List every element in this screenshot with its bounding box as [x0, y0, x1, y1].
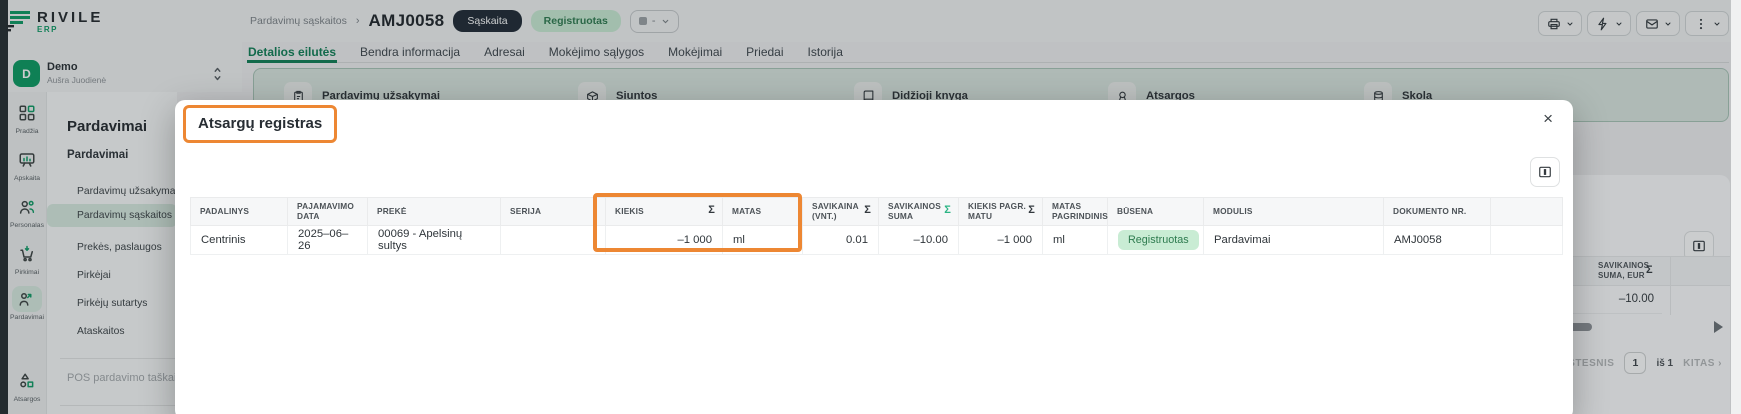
- sum-icon-active[interactable]: Σ: [944, 206, 951, 216]
- cell-serija: [501, 226, 606, 255]
- atsargu-registras-modal: Atsargų registras × PADALINYS PAJAMAVIMO: [175, 100, 1573, 414]
- cell-modulis: Pardavimai: [1204, 226, 1384, 255]
- browser-scrollbar-area[interactable]: [1731, 0, 1741, 414]
- column-header-savikaina-vnt[interactable]: SAVIKAINA (VNT.)Σ: [803, 198, 879, 226]
- column-header-busena[interactable]: BŪSENA: [1108, 198, 1204, 226]
- column-header-empty: [1491, 198, 1563, 226]
- column-header-modulis[interactable]: MODULIS: [1204, 198, 1384, 226]
- column-header-savikainos-suma[interactable]: SAVIKAINOS SUMAΣ: [879, 198, 959, 226]
- column-header-kiekis[interactable]: KIEKISΣ: [606, 198, 723, 226]
- sum-icon[interactable]: Σ: [864, 206, 871, 216]
- close-icon[interactable]: ×: [1543, 110, 1553, 127]
- cell-busena: Registruotas: [1108, 226, 1204, 255]
- cell-matas: ml: [723, 226, 803, 255]
- cell-preke: 00069 - Apelsinų sultys: [368, 226, 501, 255]
- cell-kiekis: –1 000: [606, 226, 723, 255]
- title-annotation-box: Atsargų registras: [183, 105, 337, 143]
- sum-icon[interactable]: Σ: [1028, 206, 1035, 216]
- status-badge: Registruotas: [1118, 230, 1199, 250]
- cell-savikaina-vnt: 0.01: [803, 226, 879, 255]
- cell-dokumento-nr: AMJ0058: [1384, 226, 1491, 255]
- table-row[interactable]: Centrinis 2025–06–26 00069 - Apelsinų su…: [191, 226, 1563, 255]
- column-header-kiekis-pagr-matu[interactable]: KIEKIS PAGR. MATUΣ: [959, 198, 1043, 226]
- column-header-serija[interactable]: SERIJA: [501, 198, 606, 226]
- column-header-matas-pagrindinis[interactable]: MATAS PAGRINDINIS: [1043, 198, 1108, 226]
- cell-empty: [1491, 226, 1563, 255]
- column-header-matas[interactable]: MATAS: [723, 198, 803, 226]
- cell-padalinys: Centrinis: [191, 226, 288, 255]
- modal-column-settings-button[interactable]: [1530, 157, 1560, 187]
- modal-title: Atsargų registras: [198, 115, 322, 132]
- cell-matas-pagrindinis: ml: [1043, 226, 1108, 255]
- cell-savikainos-suma: –10.00: [879, 226, 959, 255]
- column-header-dokumento-nr[interactable]: DOKUMENTO NR.: [1384, 198, 1491, 226]
- table-header-row: PADALINYS PAJAMAVIMO DATA PREKĖ SERIJA K…: [191, 198, 1563, 226]
- column-header-preke[interactable]: PREKĖ: [368, 198, 501, 226]
- cell-pajamavimo-data: 2025–06–26: [288, 226, 368, 255]
- cell-kiekis-pagr-matu: –1 000: [959, 226, 1043, 255]
- app-window: RIVILE ERP D Demo Aušra Juodienė Pradžia: [0, 0, 1741, 414]
- column-header-pajamavimo-data[interactable]: PAJAMAVIMO DATA: [288, 198, 368, 226]
- inventory-register-table: PADALINYS PAJAMAVIMO DATA PREKĖ SERIJA K…: [190, 197, 1563, 255]
- column-header-padalinys[interactable]: PADALINYS: [191, 198, 288, 226]
- sum-icon[interactable]: Σ: [708, 206, 715, 216]
- columns-icon: [1538, 165, 1552, 179]
